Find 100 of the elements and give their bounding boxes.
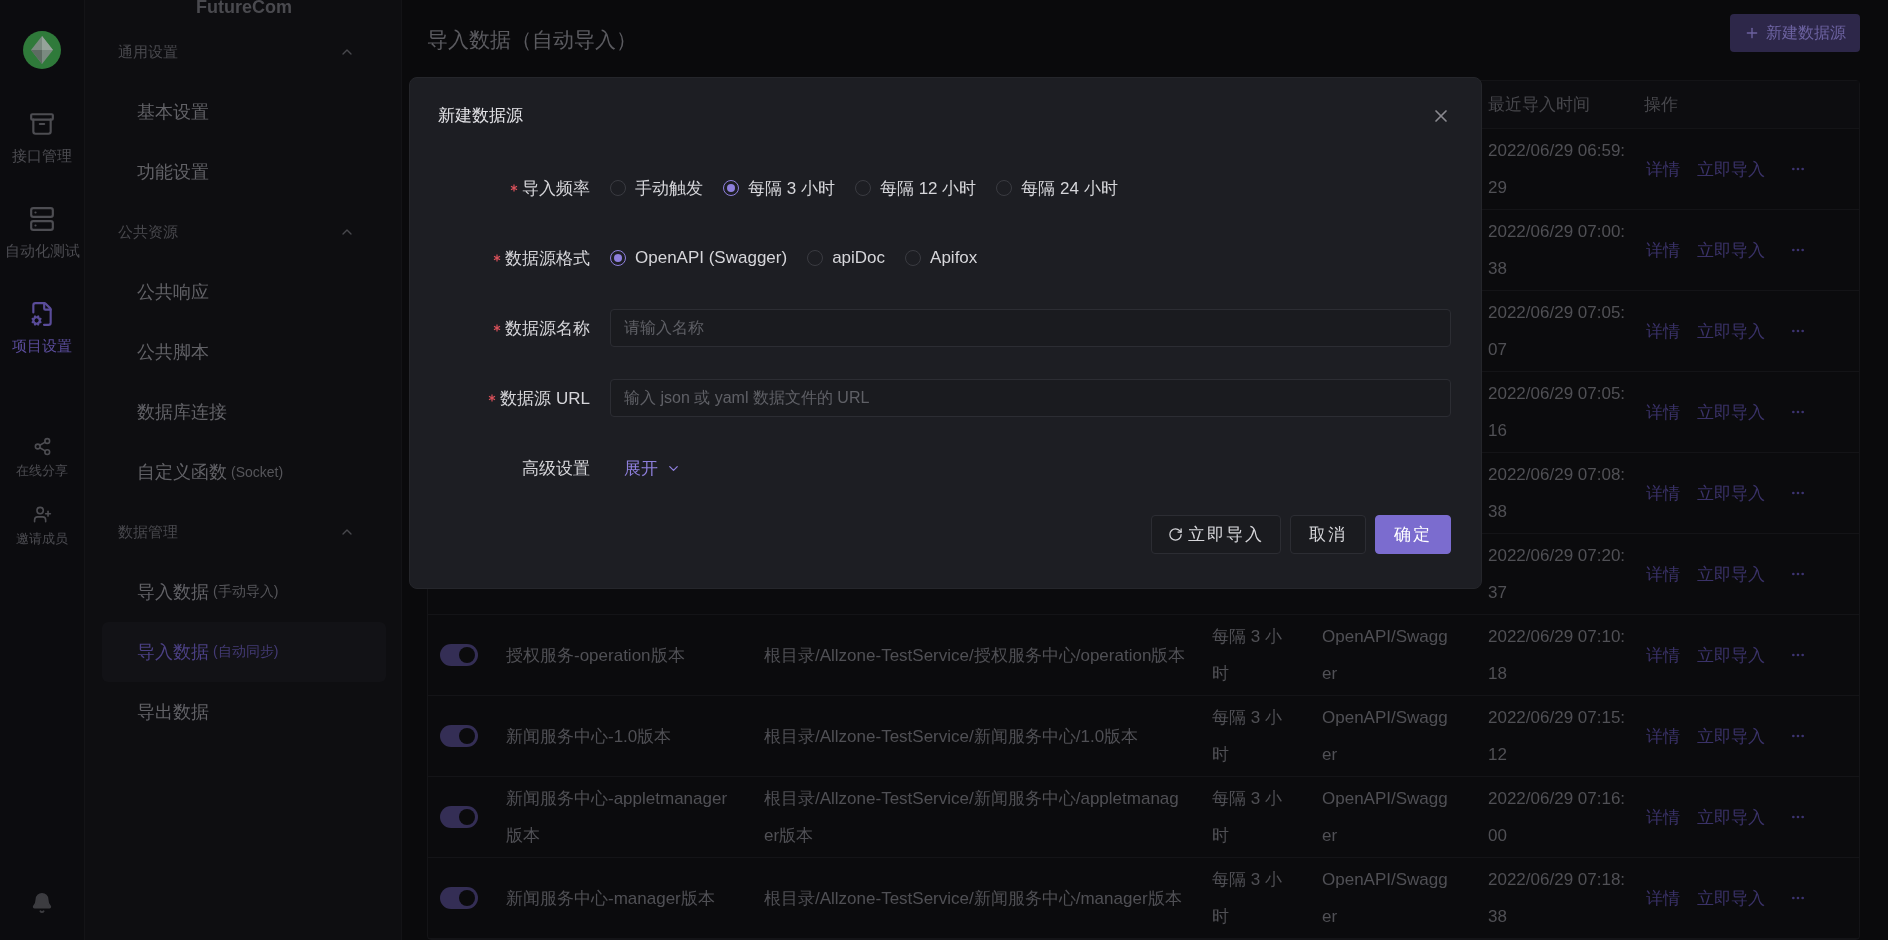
table-cell-text: 2022/06/29 07:00:38 [1487,221,1627,280]
table-cell-text: 每隔 3 小时 [1211,626,1283,685]
project-name[interactable]: FutureCom [85,0,401,22]
action-link[interactable]: 立即导入 [1697,562,1765,586]
table-cell-text: OpenAPI/Swagger [1321,788,1449,847]
sidebar-item[interactable]: 公共响应 [102,262,386,322]
table-cell-text: 新闻服务中心-manager版本 [505,887,716,910]
table-cell-text: 每隔 3 小时 [1211,869,1283,928]
table-cell-text: 每隔 3 小时 [1211,707,1283,766]
action-link[interactable]: 立即导入 [1697,724,1765,748]
sidebar-item[interactable]: 自定义函数 (Socket) [102,442,386,502]
table-cell-text: 2022/06/29 07:08:38 [1487,464,1627,523]
sidebar-item[interactable]: 基本设置 [102,82,386,142]
table-cell-text: 2022/06/29 07:10:18 [1487,626,1627,685]
table-cell-text: OpenAPI/Swagger [1321,626,1449,685]
action-link[interactable]: 详情 [1646,319,1680,343]
sidebar-item[interactable]: 导出数据 [102,682,386,742]
action-link[interactable]: 立即导入 [1697,805,1765,829]
table-cell-text: 2022/06/29 07:05:16 [1487,383,1627,442]
action-link[interactable]: 详情 [1646,238,1680,262]
expand-link[interactable]: 展开 [624,456,681,480]
table-cell-text: 授权服务-operation版本 [505,644,686,667]
group-title: 公共资源 [118,222,178,242]
table-cell-text: 2022/06/29 07:18:38 [1487,869,1627,928]
table-cell-text: 2022/06/29 07:05:07 [1487,302,1627,361]
action-link[interactable]: 立即导入 [1697,319,1765,343]
table-cell-text: 新闻服务中心-appletmanager版本 [505,788,729,847]
radio-label: 每隔 24 小时 [1021,177,1118,200]
radio-label: apiDoc [832,248,886,268]
table-cell-text: 2022/06/29 07:15:12 [1487,707,1627,766]
rail-nav-item[interactable]: 项目设置 [0,290,85,385]
action-link[interactable]: 详情 [1646,481,1680,505]
table-cell-text: 根目录/Allzone-TestService/新闻服务中心/appletmanager版本 [763,788,1180,847]
field-label: 数据源名称 [505,317,590,340]
refresh-icon [1168,527,1183,542]
field-label: 高级设置 [522,457,590,480]
page-title: 导入数据（自动导入） [427,27,637,53]
new-data-source-button[interactable]: 新建数据源 [1730,14,1860,52]
radio-option[interactable]: Apifox [905,248,978,268]
table-cell-text: 新闻服务中心-1.0版本 [505,725,673,748]
radio-option[interactable]: apiDoc [807,248,886,268]
text-input-field[interactable]: 输入 json 或 yaml 数据文件的 URL [610,379,1451,417]
action-link[interactable]: 详情 [1646,724,1680,748]
table-cell-text: 根目录/Allzone-TestService/授权服务中心/operation版本 [763,644,1187,667]
action-link[interactable]: 立即导入 [1697,886,1765,910]
field-label: 导入频率 [522,177,590,200]
toggle-switch[interactable] [440,806,478,828]
rail-nav-item[interactable]: 自动化测试 [0,195,85,290]
action-link[interactable]: 立即导入 [1697,238,1765,262]
field-label: 数据源格式 [505,247,590,270]
table-cell-text: 每隔 3 小时 [1211,788,1283,847]
toggle-switch[interactable] [440,887,478,909]
plus-icon [1744,25,1760,41]
toggle-switch[interactable] [440,725,478,747]
table-cell-text: OpenAPI/Swagger [1321,869,1449,928]
table-cell-text: 2022/06/29 07:16:00 [1487,788,1627,847]
dialog-button[interactable]: 取消 [1290,515,1366,554]
table-cell-text: 2022/06/29 07:20:37 [1487,545,1627,604]
action-link[interactable]: 立即导入 [1697,481,1765,505]
action-link[interactable]: 详情 [1646,886,1680,910]
bell-icon[interactable] [31,892,53,914]
user-plus-icon [32,505,52,524]
sidebar-item[interactable]: 数据库连接 [102,382,386,442]
dialog-button[interactable]: 确定 [1375,515,1451,554]
column-header: 最近导入时间 [1487,94,1591,116]
sidebar-item[interactable]: 导入数据 (自动同步) [102,622,386,682]
table-cell-text: 2022/06/29 06:59:29 [1487,140,1627,199]
dialog-button[interactable]: 立即导入 [1151,515,1281,554]
radio-label: Apifox [930,248,978,268]
sidebar-item[interactable]: 功能设置 [102,142,386,202]
radio-option[interactable]: 每隔 12 小时 [854,176,977,200]
server-icon [29,206,55,232]
file-gear-icon [29,301,55,327]
action-link[interactable]: 详情 [1646,562,1680,586]
field-label: 数据源 URL [500,387,590,410]
toggle-switch[interactable] [440,644,478,666]
radio-option[interactable]: 手动触发 [610,176,703,200]
action-link[interactable]: 立即导入 [1697,157,1765,181]
logo-icon [22,30,62,70]
radio-option[interactable]: 每隔 3 小时 [723,176,835,200]
radio-label: 手动触发 [635,177,703,200]
group-title: 数据管理 [118,522,178,542]
action-link[interactable]: 立即导入 [1697,400,1765,424]
action-link[interactable]: 详情 [1646,643,1680,667]
action-link[interactable]: 立即导入 [1697,643,1765,667]
table-cell-text: 根目录/Allzone-TestService/新闻服务中心/1.0版本 [763,725,1140,748]
table-cell-text: OpenAPI/Swagger [1321,707,1449,766]
text-input-field[interactable]: 请输入名称 [610,309,1451,347]
rail-tool-item[interactable]: 在线分享 [0,437,85,505]
radio-option[interactable]: 每隔 24 小时 [996,176,1118,200]
action-link[interactable]: 详情 [1646,805,1680,829]
action-link[interactable]: 详情 [1646,400,1680,424]
share-icon [32,437,52,456]
table-cell-text: 根目录/Allzone-TestService/新闻服务中心/manager版本 [763,887,1183,910]
action-link[interactable]: 详情 [1646,157,1680,181]
rail-tool-item[interactable]: 邀请成员 [0,505,85,573]
archive-icon [29,111,55,137]
sidebar-item[interactable]: 导入数据 (手动导入) [102,562,386,622]
sidebar-item[interactable]: 公共脚本 [102,322,386,382]
rail-nav-item[interactable]: 接口管理 [0,100,85,195]
